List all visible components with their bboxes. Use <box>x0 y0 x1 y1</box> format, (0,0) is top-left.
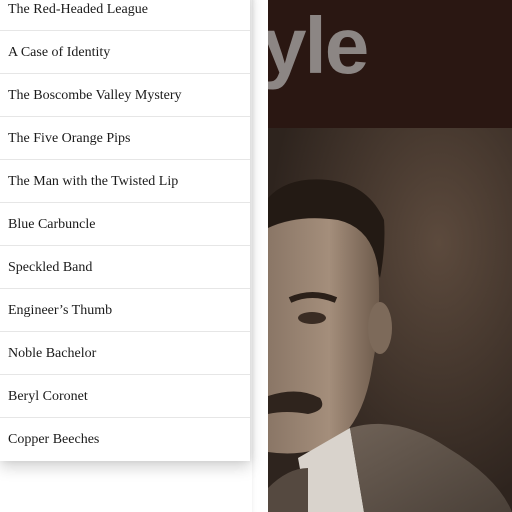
stories-dropdown-menu: The Red-Headed League A Case of Identity… <box>0 0 250 461</box>
site-title[interactable]: yle <box>268 6 369 86</box>
menu-item-man-with-twisted-lip[interactable]: The Man with the Twisted Lip <box>0 160 250 203</box>
menu-item-beryl-coronet[interactable]: Beryl Coronet <box>0 375 250 418</box>
menu-item-noble-bachelor[interactable]: Noble Bachelor <box>0 332 250 375</box>
hero-section: yle <box>268 0 512 512</box>
portrait-illustration <box>268 128 512 512</box>
menu-item-case-of-identity[interactable]: A Case of Identity <box>0 31 250 74</box>
menu-item-boscombe-valley-mystery[interactable]: The Boscombe Valley Mystery <box>0 74 250 117</box>
menu-item-copper-beeches[interactable]: Copper Beeches <box>0 418 250 461</box>
hero-banner: yle <box>268 0 512 128</box>
menu-item-red-headed-league[interactable]: The Red-Headed League <box>0 0 250 31</box>
menu-item-blue-carbuncle[interactable]: Blue Carbuncle <box>0 203 250 246</box>
divider-shadow <box>252 0 268 512</box>
menu-item-speckled-band[interactable]: Speckled Band <box>0 246 250 289</box>
portrait-image <box>268 128 512 512</box>
menu-item-engineers-thumb[interactable]: Engineer’s Thumb <box>0 289 250 332</box>
menu-item-five-orange-pips[interactable]: The Five Orange Pips <box>0 117 250 160</box>
page: yle The Red-Headed League A Case of Iden… <box>0 0 512 512</box>
